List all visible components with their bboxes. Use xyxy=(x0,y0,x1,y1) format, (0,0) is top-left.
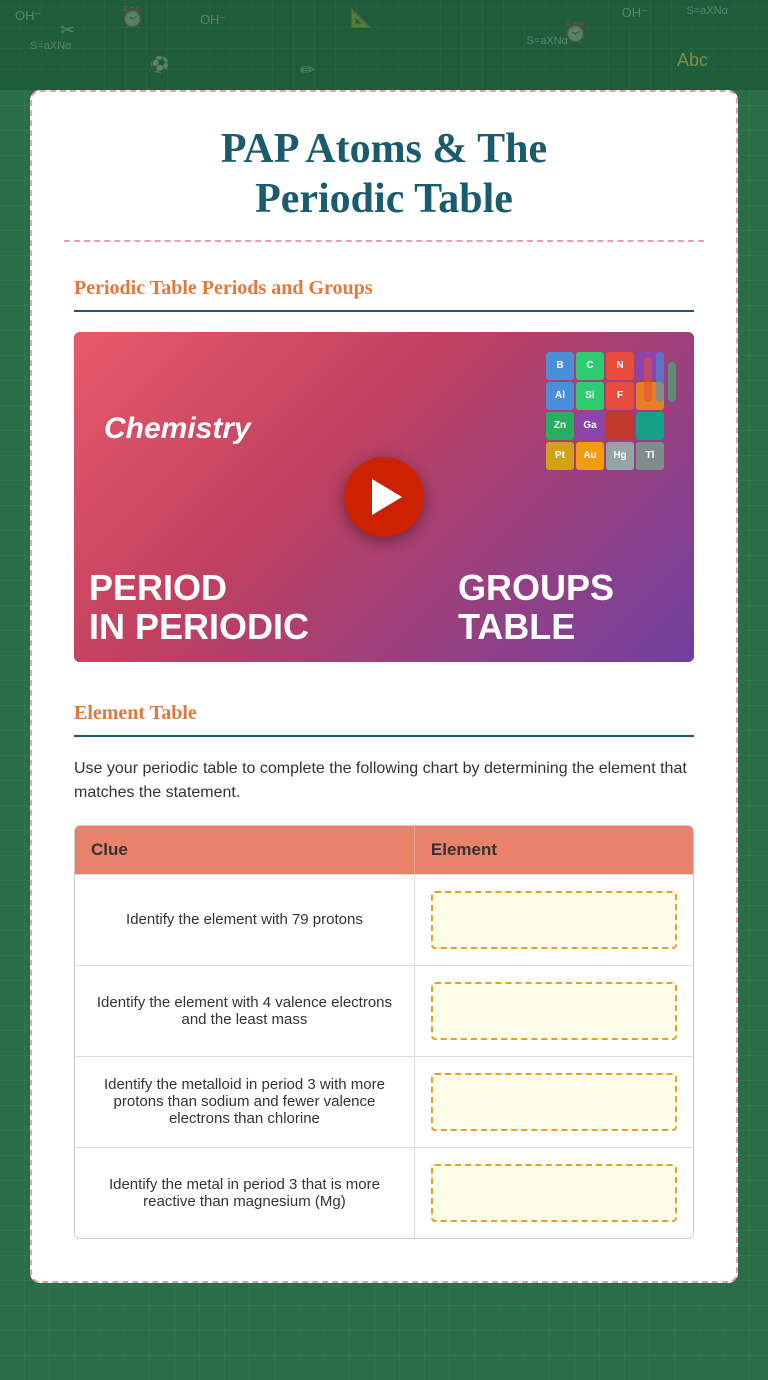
pt-cell-si: Si xyxy=(576,382,604,410)
table-row: Identify the metal in period 3 that is m… xyxy=(75,1147,693,1238)
video-label-chemistry: Chemistry xyxy=(104,412,251,446)
pt-cell-al: Al xyxy=(546,382,574,410)
chalk-deco-formula2: S=aXNα xyxy=(686,5,728,17)
instructions-text: Use your periodic table to complete the … xyxy=(74,757,694,805)
pt-cell-tl: Tl xyxy=(636,442,664,470)
pt-cell-zn: Zn xyxy=(546,412,574,440)
answer-cell-1-wrapper xyxy=(415,874,693,965)
chalk-deco-formula1: S=aXNα xyxy=(30,40,72,52)
pt-cell-c: C xyxy=(576,352,604,380)
answer-cell-3-wrapper xyxy=(415,1056,693,1147)
answer-cell-4-wrapper xyxy=(415,1147,693,1238)
page-title: PAP Atoms & The Periodic Table xyxy=(44,104,724,240)
clue-column-header: Clue xyxy=(75,826,415,874)
element-table: Clue Element Identify the element with 7… xyxy=(74,825,694,1239)
video-section-heading: Periodic Table Periods and Groups xyxy=(74,277,694,300)
table-row: Identify the element with 79 protons xyxy=(75,874,693,965)
pt-cell-au: Au xyxy=(576,442,604,470)
video-label-in-periodic: IN PERIODIC xyxy=(89,607,309,647)
answer-input-4[interactable] xyxy=(431,1164,677,1222)
pt-cell-f: F xyxy=(606,382,634,410)
chalk-deco-pencil: ✏ xyxy=(300,60,315,81)
answer-cell-2-wrapper xyxy=(415,965,693,1056)
video-label-periods: PERIOD xyxy=(89,568,309,608)
video-container[interactable]: B C N Al Si F Zn Ga Pt Au Hg xyxy=(74,332,694,662)
table-row: Identify the metalloid in period 3 with … xyxy=(75,1056,693,1147)
pt-cell-n: N xyxy=(606,352,634,380)
clue-cell-4: Identify the metal in period 3 that is m… xyxy=(75,1147,415,1238)
video-label-table: TABLE xyxy=(458,607,614,647)
video-label-groups: GROUPS xyxy=(458,568,614,608)
chalk-deco-soccer: ⚽ xyxy=(150,55,170,75)
chalk-deco-formula3: S=aXNα xyxy=(526,35,568,47)
chalk-deco-oh2: OH⁻ xyxy=(200,12,226,28)
chalk-deco-1: OH⁻ xyxy=(15,8,41,24)
play-icon xyxy=(372,479,402,515)
answer-input-1[interactable] xyxy=(431,891,677,949)
clue-cell-3: Identify the metalloid in period 3 with … xyxy=(75,1056,415,1147)
pt-cell-hg: Hg xyxy=(606,442,634,470)
header-banner: OH⁻ ✂ ⏰ OH⁻ S=aXNα ⚽ OH⁻ S=aXNα ⏰ Abc S=… xyxy=(0,0,768,90)
video-bottom-text: PERIOD IN PERIODIC xyxy=(89,568,309,647)
title-divider xyxy=(64,240,704,242)
video-right-text: GROUPS TABLE xyxy=(458,568,614,647)
video-bg: B C N Al Si F Zn Ga Pt Au Hg xyxy=(74,332,694,662)
pt-cell-e3 xyxy=(606,412,634,440)
pt-cell-ga: Ga xyxy=(576,412,604,440)
element-table-divider xyxy=(74,735,694,737)
table-row: Identify the element with 4 valence elec… xyxy=(75,965,693,1056)
element-column-header: Element xyxy=(415,826,693,874)
clue-cell-2: Identify the element with 4 valence elec… xyxy=(75,965,415,1056)
clue-cell-1: Identify the element with 79 protons xyxy=(75,874,415,965)
video-section-divider xyxy=(74,310,694,312)
element-table-heading: Element Table xyxy=(74,702,694,725)
pt-cell-b: B xyxy=(546,352,574,380)
chalk-deco-clock: ⏰ xyxy=(120,5,145,30)
chalk-deco-abc: Abc xyxy=(677,50,708,71)
card-wrapper: PAP Atoms & The Periodic Table Periodic … xyxy=(30,90,738,1283)
chalk-deco-book: 📐 xyxy=(350,8,372,29)
chalk-deco-scissors: ✂ xyxy=(60,20,75,41)
test-tubes-deco xyxy=(639,347,679,432)
main-content: Periodic Table Periods and Groups B C N … xyxy=(44,267,724,1269)
table-header-row: Clue Element xyxy=(75,826,693,874)
play-button[interactable] xyxy=(344,457,424,537)
answer-input-2[interactable] xyxy=(431,982,677,1040)
chalk-deco-oh3: OH⁻ xyxy=(622,5,648,21)
answer-input-3[interactable] xyxy=(431,1073,677,1131)
pt-cell-pt: Pt xyxy=(546,442,574,470)
